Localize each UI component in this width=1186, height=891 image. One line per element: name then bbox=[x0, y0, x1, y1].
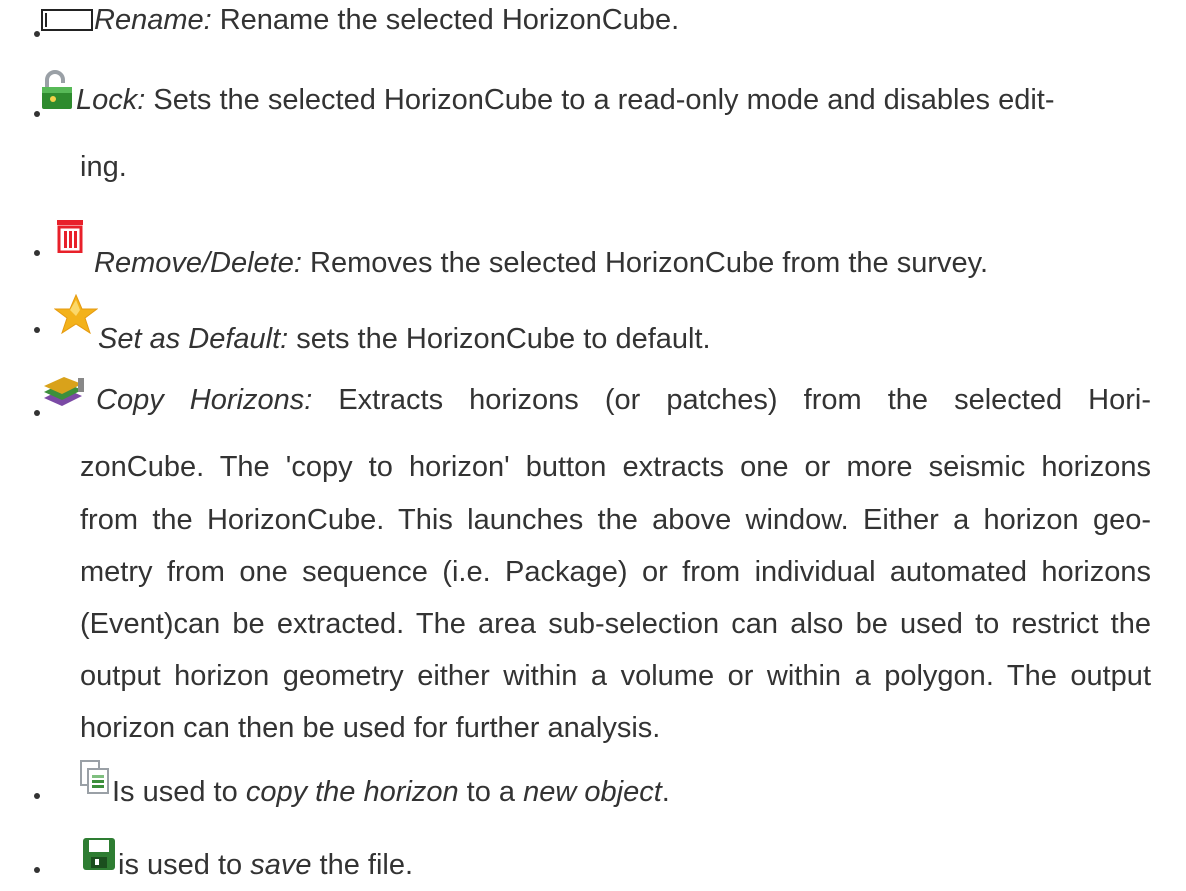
paragraph-line: metry from one sequence (i.e. Package) o… bbox=[80, 556, 1151, 588]
item-description: Removes the selected HorizonCube from th… bbox=[301, 247, 989, 279]
copy-horizons-icon bbox=[44, 377, 84, 406]
item-description: . bbox=[661, 776, 670, 808]
paragraph-line: (Event)can be extracted. The area sub-se… bbox=[80, 608, 1151, 640]
item-description: the file. bbox=[311, 849, 414, 881]
item-description: Is used to bbox=[112, 776, 246, 808]
term-label: Copy Horizons: bbox=[96, 384, 313, 416]
bullet bbox=[34, 410, 40, 416]
bullet bbox=[34, 250, 40, 256]
copy-object-icon bbox=[80, 760, 109, 794]
trash-icon bbox=[57, 220, 83, 253]
emphasis-text: save bbox=[250, 849, 312, 881]
item-description-continued: ing. bbox=[80, 151, 127, 183]
item-description: is used to bbox=[118, 849, 251, 881]
bullet bbox=[34, 327, 40, 333]
bullet bbox=[34, 111, 40, 117]
star-icon bbox=[54, 294, 98, 334]
paragraph-line: zonCube. The 'copy to horizon' button ex… bbox=[80, 451, 1151, 483]
save-icon bbox=[83, 838, 115, 870]
term-label: Set as Default: bbox=[98, 323, 289, 355]
bullet bbox=[34, 31, 40, 37]
term-label: Lock: bbox=[76, 84, 146, 116]
item-description: Extracts horizons (or patches) from the … bbox=[312, 384, 1152, 416]
emphasis-text: new object bbox=[523, 776, 662, 808]
help-document: Rename: Rename the selected HorizonCube.… bbox=[0, 0, 1186, 891]
item-description: to a bbox=[458, 776, 524, 808]
rename-icon bbox=[41, 9, 93, 31]
item-description: sets the HorizonCube to default. bbox=[288, 323, 711, 355]
item-description: Sets the selected HorizonCube to a read-… bbox=[145, 84, 1055, 116]
paragraph-line: horizon can then be used for further ana… bbox=[80, 712, 661, 744]
lock-icon bbox=[42, 70, 72, 109]
item-description: Rename the selected HorizonCube. bbox=[211, 4, 680, 36]
term-label: Remove/Delete: bbox=[94, 247, 302, 279]
paragraph-line: output horizon geometry either within a … bbox=[80, 660, 1151, 692]
bullet bbox=[34, 793, 40, 799]
bullet bbox=[34, 867, 40, 873]
emphasis-text: copy the horizon bbox=[245, 776, 459, 808]
paragraph-line: from the HorizonCube. This launches the … bbox=[80, 504, 1151, 536]
term-label: Rename: bbox=[94, 4, 212, 36]
